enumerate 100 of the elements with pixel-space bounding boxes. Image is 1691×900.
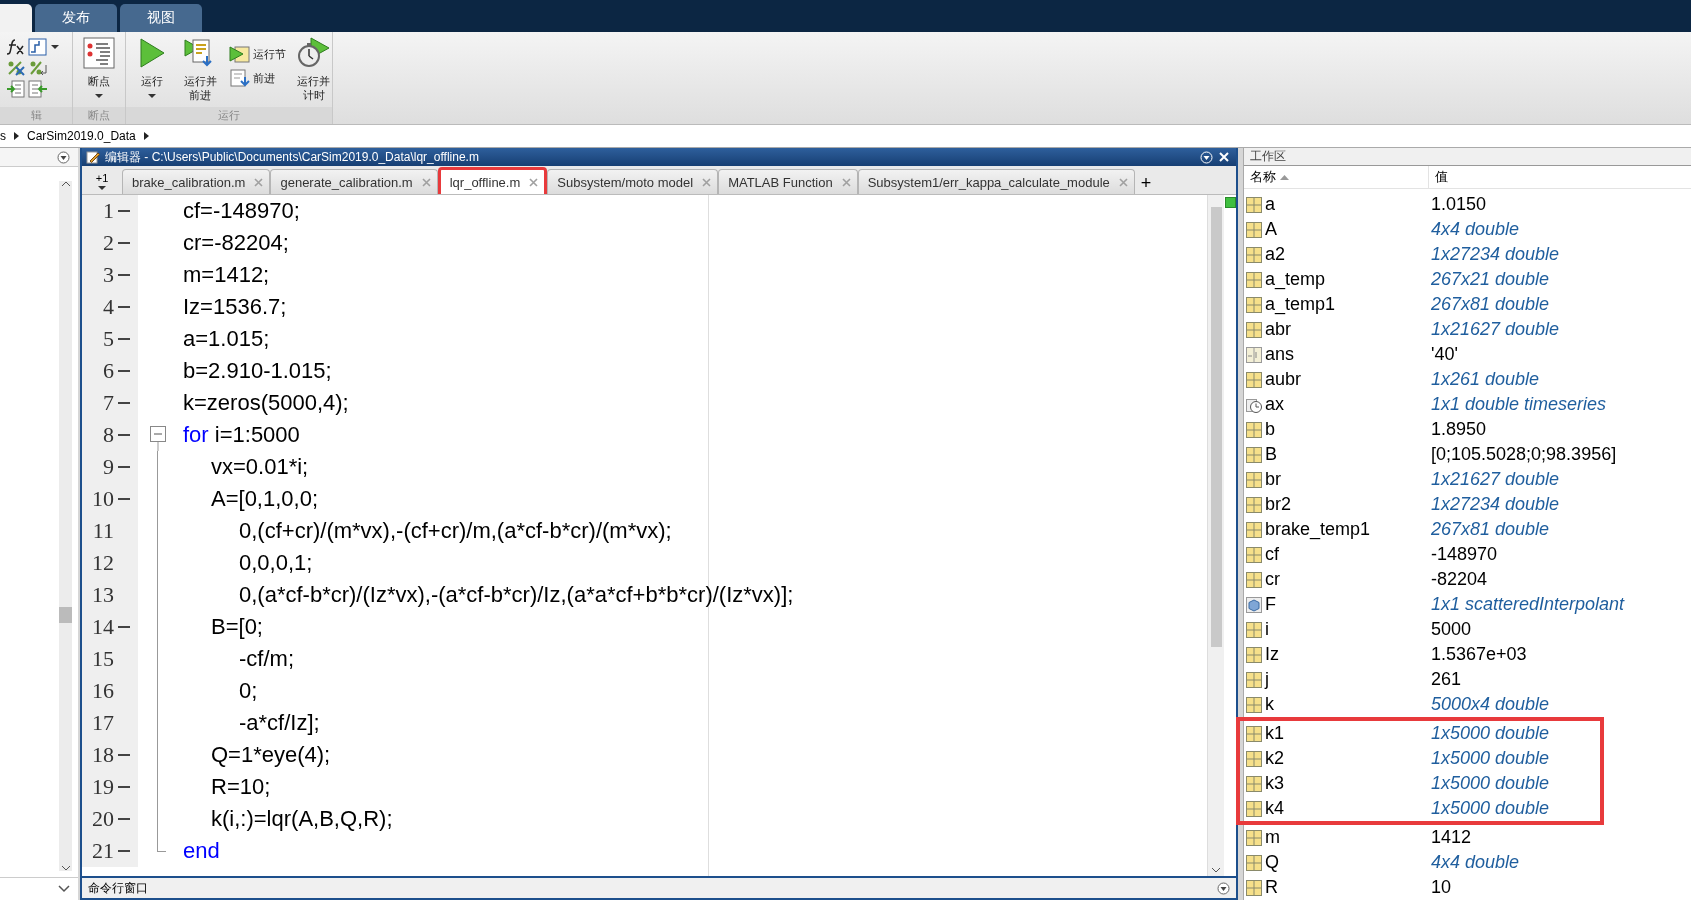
- variable-value: 1x261 double: [1430, 369, 1540, 390]
- breadcrumb-item[interactable]: s: [0, 129, 6, 143]
- code-line: -a*cf/Iz];: [239, 710, 320, 736]
- variable-name: A: [1265, 219, 1278, 240]
- scrollbar-thumb[interactable]: [1210, 207, 1222, 647]
- code-line: Iz=1536.7;: [183, 294, 287, 320]
- editor-tab[interactable]: generate_calibration.m: [270, 169, 438, 194]
- variable-name: F: [1265, 594, 1277, 615]
- variable-name: R: [1265, 877, 1279, 898]
- line-number: 21: [91, 838, 114, 864]
- line-number: 13: [91, 582, 114, 608]
- variable-value: 5000x4 double: [1430, 694, 1550, 715]
- breakpoint-marker[interactable]: [118, 850, 130, 852]
- breakpoint-marker[interactable]: [118, 338, 130, 340]
- breakpoint-marker[interactable]: [118, 242, 130, 244]
- variable-name: a_temp1: [1265, 294, 1337, 315]
- breakpoint-marker[interactable]: [118, 626, 130, 628]
- variable-value: 10: [1430, 877, 1452, 898]
- function-icon[interactable]: [6, 38, 26, 56]
- ribbon-tab[interactable]: 视图: [120, 4, 202, 32]
- matrix-icon: [1246, 496, 1262, 513]
- line-number: 10: [91, 486, 114, 512]
- cube-icon: [1246, 596, 1262, 613]
- line-number: 4: [102, 294, 114, 320]
- panel-title: 工作区: [1250, 148, 1286, 165]
- ribbon-button[interactable]: 运行并前进: [180, 36, 221, 102]
- new-tab-button[interactable]: +: [1134, 173, 1158, 194]
- vertical-scrollbar[interactable]: [1207, 195, 1224, 876]
- ribbon-button[interactable]: 前进: [228, 68, 286, 88]
- line-number: 17: [91, 710, 114, 736]
- panel-menu-icon[interactable]: [1217, 881, 1230, 895]
- breakpoint-marker[interactable]: [118, 466, 130, 468]
- line-number: 8: [102, 422, 114, 448]
- collapse-icon[interactable]: [150, 426, 166, 451]
- code-line: R=10;: [211, 774, 271, 800]
- breakpoint-marker[interactable]: [118, 434, 130, 436]
- panel-title: 命令行窗口: [88, 879, 148, 897]
- column-header[interactable]: 值: [1435, 168, 1448, 186]
- breakpoint-marker[interactable]: [118, 306, 130, 308]
- ribbon-button[interactable]: 运行并计时: [293, 36, 334, 102]
- editor-tab[interactable]: MATLAB Function: [718, 169, 858, 194]
- editor-tab[interactable]: lqr_offline.m: [437, 167, 548, 194]
- breadcrumb-arrow-icon[interactable]: [14, 132, 19, 140]
- vertical-scrollbar[interactable]: [59, 181, 72, 871]
- chevron-down-icon[interactable]: [58, 885, 70, 893]
- code-line: cr=-82204;: [183, 230, 289, 256]
- step-function-icon[interactable]: [28, 38, 48, 56]
- matrix-icon: [1246, 221, 1262, 238]
- variable-name: cr: [1265, 569, 1281, 590]
- variable-name: k2: [1265, 748, 1285, 769]
- code-line: A=[0,1,0,0;: [211, 486, 319, 512]
- scrollbar-thumb[interactable]: [59, 607, 72, 623]
- ribbon-button[interactable]: 运行节: [228, 44, 286, 64]
- editor-tab[interactable]: Subsystem/moto model: [547, 169, 719, 194]
- editor-tab[interactable]: Subsystem1/err_kappa_calculate_module: [857, 169, 1135, 194]
- breakpoint-marker[interactable]: [118, 402, 130, 404]
- matrix-icon: [1246, 854, 1262, 871]
- sort-ascending-icon[interactable]: [1280, 174, 1289, 180]
- indent-icon[interactable]: [6, 80, 26, 98]
- editor-title: 编辑器 - C:\Users\Public\Documents\CarSim2019.0_Data\lqr_offline.m: [105, 148, 479, 166]
- breakpoint-marker[interactable]: [118, 370, 130, 372]
- breakpoint-marker[interactable]: [118, 274, 130, 276]
- variable-value: 1x5000 double: [1430, 773, 1550, 794]
- matrix-icon: [1246, 879, 1262, 896]
- variable-name: k: [1265, 694, 1275, 715]
- scroll-down-icon[interactable]: [1212, 867, 1220, 873]
- ribbon-button[interactable]: 运行: [132, 36, 173, 98]
- matrix-icon: [1246, 321, 1262, 338]
- comment-icon[interactable]: [6, 59, 26, 77]
- code-line: -cf/m;: [239, 646, 294, 672]
- breadcrumb-arrow-icon[interactable]: [143, 132, 149, 140]
- breadcrumb-item[interactable]: CarSim2019.0_Data: [27, 129, 136, 143]
- outdent-icon[interactable]: [28, 80, 48, 98]
- variable-name: br: [1265, 469, 1282, 490]
- variable-value: 1x1 scatteredInterpolant: [1430, 594, 1625, 615]
- scroll-up-icon[interactable]: [61, 181, 70, 187]
- code-line: 0,(cf+cr)/(m*vx),-(cf+cr)/m,(a*cf-b*cr)/(m*vx);: [239, 518, 672, 544]
- column-header[interactable]: 名称: [1250, 168, 1276, 186]
- code-line: m=1412;: [183, 262, 270, 288]
- breakpoint-marker[interactable]: [118, 818, 130, 820]
- breakpoint-marker[interactable]: [118, 210, 130, 212]
- ribbon-tab[interactable]: 发布: [35, 4, 117, 32]
- matrix-icon: [1246, 800, 1262, 817]
- variable-value: 1x21627 double: [1430, 319, 1560, 340]
- tab-count[interactable]: +1: [82, 168, 122, 194]
- breakpoint-marker[interactable]: [118, 498, 130, 500]
- variable-value: -148970: [1430, 544, 1498, 565]
- variable-value: 1x5000 double: [1430, 798, 1550, 819]
- variable-value: 267x21 double: [1430, 269, 1550, 290]
- variable-name: Iz: [1265, 644, 1280, 665]
- ribbon-button[interactable]: 断点: [79, 36, 120, 98]
- variable-value: 4x4 double: [1430, 852, 1520, 873]
- breakpoint-marker[interactable]: [118, 754, 130, 756]
- code-line: b=2.910-1.015;: [183, 358, 332, 384]
- panel-menu-icon[interactable]: [57, 150, 70, 164]
- breakpoint-marker[interactable]: [118, 786, 130, 788]
- matrix-icon: [1246, 421, 1262, 438]
- editor-tab[interactable]: brake_calibration.m: [122, 169, 271, 194]
- scroll-down-icon[interactable]: [61, 865, 70, 871]
- code-line: end: [183, 838, 220, 864]
